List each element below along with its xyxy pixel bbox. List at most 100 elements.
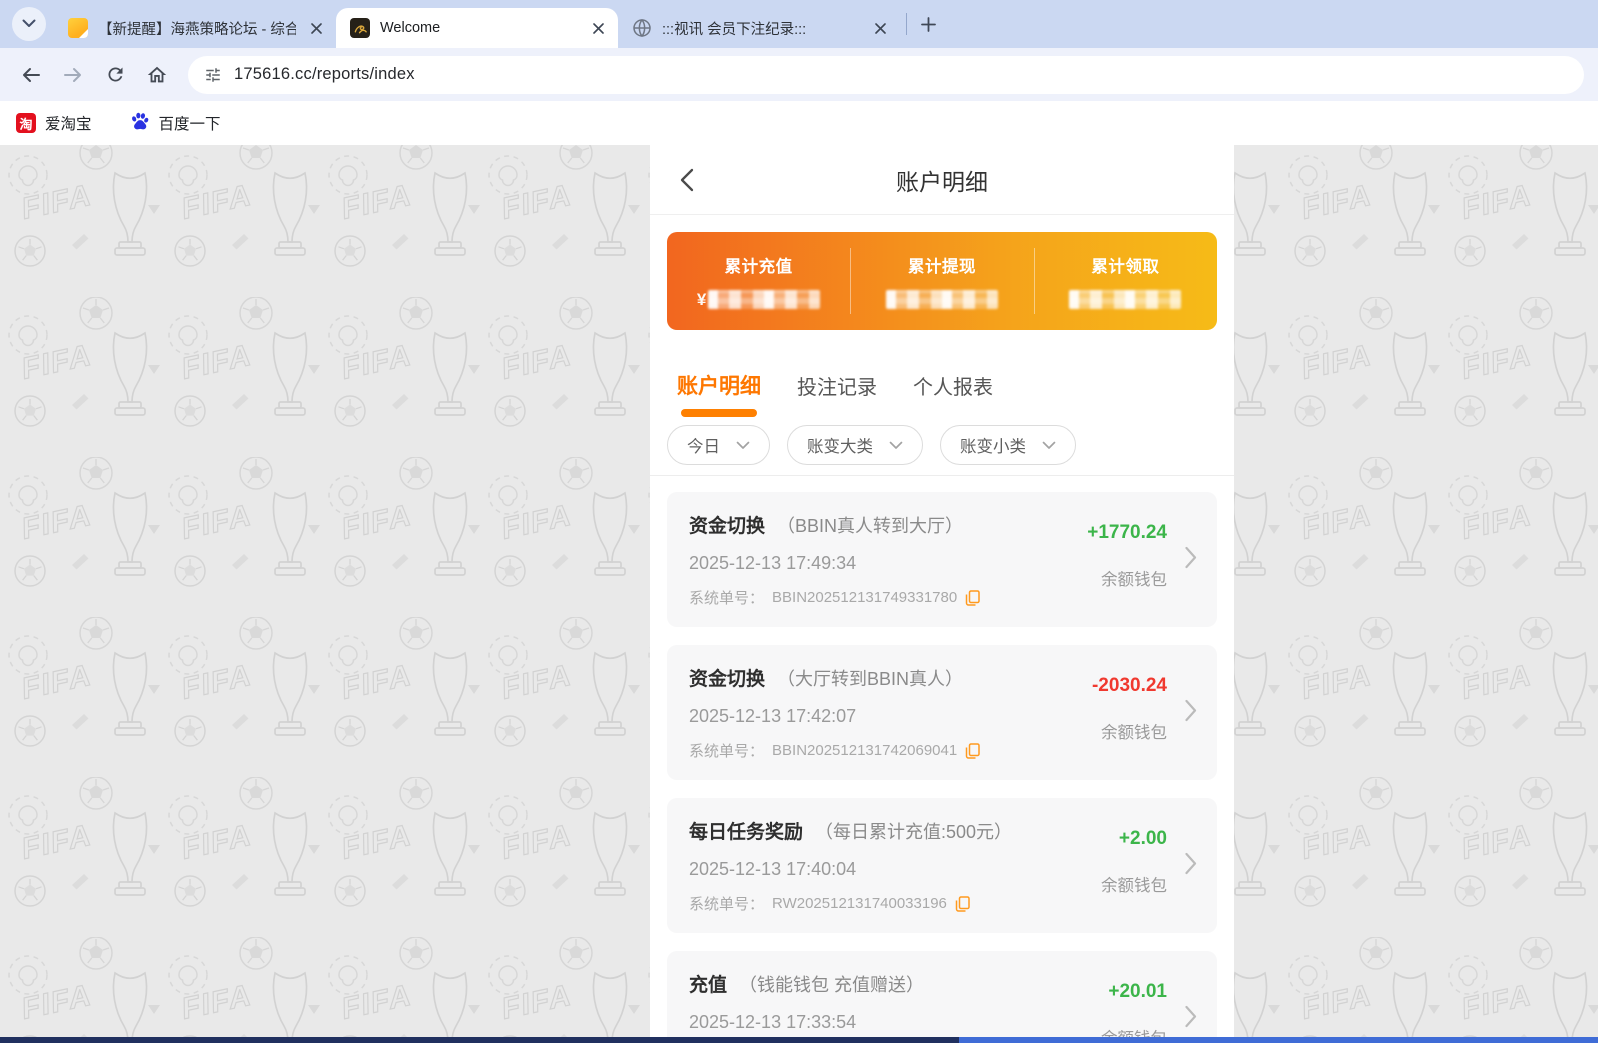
- masked-amount: [885, 290, 998, 309]
- close-tab-icon[interactable]: [870, 18, 890, 38]
- filter-date-dropdown[interactable]: 今日: [667, 425, 770, 465]
- summary-label: 累计充值: [724, 257, 793, 276]
- order-number: BBIN202512131742069041: [772, 742, 958, 759]
- order-label: 系统单号：: [689, 896, 765, 913]
- bookmark-taobao[interactable]: 淘 爱淘宝: [16, 112, 92, 134]
- record-amount: -2030.24: [1091, 675, 1167, 696]
- tab-title: 【新提醒】海燕策略论坛 - 综合: [98, 21, 296, 38]
- reload-button[interactable]: [98, 58, 132, 92]
- baidu-paw-icon: [130, 111, 150, 136]
- filter-label: 账变小类: [960, 438, 1026, 456]
- forward-button[interactable]: [56, 58, 90, 92]
- section-tabs: 账户明细 投注记录 个人报表: [650, 347, 1234, 417]
- bookmark-label: 百度一下: [158, 116, 221, 133]
- record-time: 2025-12-13 17:42:07: [689, 706, 857, 726]
- record-item[interactable]: 充值 （钱能钱包 充值赠送） 2025-12-13 17:33:54 系统单号：…: [667, 951, 1217, 1037]
- record-time: 2025-12-13 17:49:34: [689, 553, 857, 573]
- record-amount: +2.00: [1118, 828, 1167, 849]
- back-arrow-icon: [23, 67, 40, 82]
- chevron-right-icon[interactable]: [1185, 546, 1197, 573]
- chevron-left-icon: [680, 168, 694, 192]
- chevron-down-icon: [1042, 441, 1056, 449]
- chevron-right-icon[interactable]: [1185, 1005, 1197, 1032]
- web-content: FIFA: [0, 145, 1598, 1037]
- reload-icon: [107, 67, 122, 82]
- masked-amount: [1069, 290, 1182, 309]
- summary-total-deposit: 累计充值 ¥: [667, 232, 850, 330]
- record-amount: +1770.24: [1087, 522, 1167, 543]
- close-tab-icon[interactable]: [588, 18, 608, 38]
- close-tab-icon[interactable]: [306, 18, 326, 38]
- record-amount: +20.01: [1108, 981, 1167, 1002]
- tab-bet-records[interactable]: 投注记录: [797, 371, 877, 417]
- tab-forum[interactable]: 【新提醒】海燕策略论坛 - 综合: [54, 8, 336, 48]
- chevron-down-icon: [22, 15, 36, 33]
- order-number: BBIN202512131749331780: [772, 589, 958, 606]
- bookmark-label: 爱淘宝: [45, 116, 92, 133]
- browser-toolbar: 175616.cc/reports/index: [0, 48, 1598, 101]
- tab-betting-records[interactable]: :::视讯 会员下注纪录:::: [618, 8, 900, 48]
- filter-row: 今日 账变大类 账变小类: [650, 417, 1234, 475]
- record-type: 每日任务奖励: [689, 822, 804, 843]
- filter-major-category-dropdown[interactable]: 账变大类: [787, 425, 923, 465]
- home-icon: [147, 66, 167, 82]
- record-item[interactable]: 资金切换 （大厅转到BBIN真人） 2025-12-13 17:42:07 系统…: [667, 645, 1217, 780]
- tab-title: :::视讯 会员下注纪录:::: [662, 21, 807, 38]
- page-header: 账户明细: [650, 145, 1234, 215]
- filter-minor-category-dropdown[interactable]: 账变小类: [940, 425, 1076, 465]
- forward-arrow-icon: [64, 67, 81, 82]
- record-note: （每日累计充值:500元）: [815, 822, 1013, 842]
- record-note: （BBIN真人转到大厅）: [777, 516, 964, 536]
- chevron-right-icon[interactable]: [1185, 699, 1197, 726]
- summary-value-masked: [1069, 290, 1182, 310]
- new-tab-button[interactable]: [913, 9, 943, 39]
- chevron-down-icon: [889, 441, 903, 449]
- record-time: 2025-12-13 17:40:04: [689, 859, 857, 879]
- record-note: （大厅转到BBIN真人）: [777, 669, 964, 689]
- tab-search-button[interactable]: [12, 7, 46, 41]
- summary-card: 累计充值 ¥ 累计提现 累计领取: [667, 232, 1217, 330]
- record-type: 资金切换: [689, 516, 766, 537]
- yen-symbol: ¥: [696, 289, 707, 309]
- masked-amount: [708, 290, 821, 309]
- record-note: （钱能钱包 充值赠送）: [739, 975, 925, 995]
- tab-welcome[interactable]: Welcome: [336, 8, 618, 48]
- record-wallet: 余额钱包: [1101, 877, 1167, 895]
- taobao-icon: 淘: [16, 113, 36, 133]
- bookmark-baidu[interactable]: 百度一下: [130, 111, 221, 136]
- record-type: 资金切换: [689, 669, 766, 690]
- account-detail-panel: 账户明细 累计充值 ¥ 累计提现 累计领取 账户明细 投注记录 个人报表 今日 …: [650, 145, 1234, 1037]
- summary-value-masked: ¥: [696, 289, 821, 310]
- order-number: RW202512131740033196: [772, 895, 947, 912]
- filter-label: 账变大类: [807, 438, 873, 456]
- tab-title: Welcome: [380, 20, 441, 36]
- tab-divider: [906, 13, 907, 35]
- chevron-down-icon: [736, 441, 750, 449]
- record-wallet: 余额钱包: [1101, 724, 1167, 742]
- copy-icon[interactable]: [965, 589, 980, 606]
- bookmarks-bar: 淘 爱淘宝 百度一下: [0, 101, 1598, 145]
- summary-total-withdrawal: 累计提现: [850, 232, 1033, 330]
- back-button[interactable]: [14, 58, 48, 92]
- order-label: 系统单号：: [689, 590, 765, 607]
- plus-icon: [920, 16, 936, 32]
- summary-label: 累计领取: [1091, 257, 1160, 276]
- home-button[interactable]: [140, 58, 174, 92]
- copy-icon[interactable]: [965, 742, 980, 759]
- chevron-right-icon[interactable]: [1185, 852, 1197, 879]
- forum-favicon-icon: [68, 18, 88, 38]
- summary-total-claimed: 累计领取: [1033, 232, 1217, 330]
- record-item[interactable]: 资金切换 （BBIN真人转到大厅） 2025-12-13 17:49:34 系统…: [667, 492, 1217, 627]
- record-type: 充值: [689, 975, 728, 996]
- address-bar[interactable]: 175616.cc/reports/index: [188, 55, 1584, 94]
- url-text[interactable]: 175616.cc/reports/index: [234, 65, 415, 84]
- tab-personal-report[interactable]: 个人报表: [913, 371, 993, 417]
- globe-icon: [632, 18, 652, 38]
- site-settings-tune-icon[interactable]: [204, 66, 222, 84]
- page-back-button[interactable]: [676, 167, 702, 193]
- tab-account-detail[interactable]: 账户明细: [677, 370, 761, 417]
- record-time: 2025-12-13 17:33:54: [689, 1012, 857, 1032]
- taskbar-edge: [0, 1037, 1598, 1043]
- copy-icon[interactable]: [955, 895, 970, 912]
- record-item[interactable]: 每日任务奖励 （每日累计充值:500元） 2025-12-13 17:40:04…: [667, 798, 1217, 933]
